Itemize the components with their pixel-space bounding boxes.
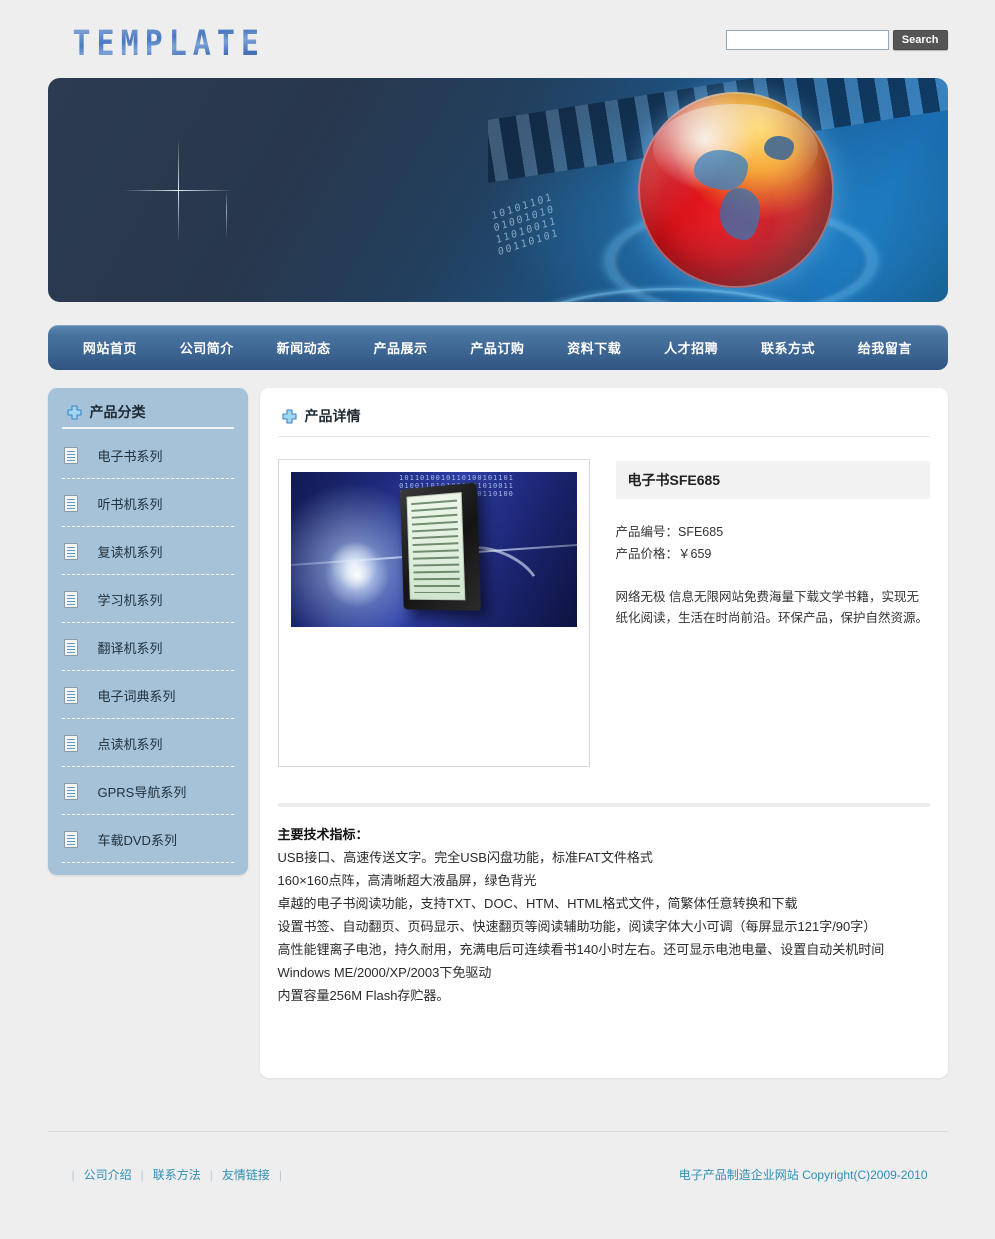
spec-line-2: 卓越的电子书阅读功能，支持TXT、DOC、HTM、HTML格式文件，简繁体任意转…	[277, 896, 798, 911]
spec-line-4: 高性能锂离子电池，持久耐用，充满电后可连续看书140小时左右。还可显示电池电量、…	[277, 942, 885, 957]
search-input[interactable]	[725, 30, 889, 50]
product-meta: 产品编号：SFE685 产品价格：￥659	[616, 521, 930, 565]
sidebar-item-2[interactable]: 复读机系列	[48, 527, 248, 575]
sidebar-item-label: 复读机系列	[97, 544, 163, 560]
nav-item-4[interactable]: 产品订购	[464, 334, 530, 361]
sidebar-item-label: 学习机系列	[97, 592, 163, 608]
plus-icon	[66, 404, 82, 420]
spec-line-6: 内置容量256M Flash存贮器。	[277, 988, 450, 1003]
product-specifications: 主要技术指标： USB接口、高速传送文字。完全USB闪盘功能，标准FAT文件格式…	[278, 823, 930, 1007]
search-box: Search	[725, 30, 948, 50]
sidebar-item-label: 电子书系列	[97, 448, 163, 464]
panel-header: 产品详情	[277, 402, 930, 437]
sidebar-item-label: 点读机系列	[97, 736, 163, 752]
main-content-panel: 产品详情 1011010010110100101101 010011010100…	[259, 388, 948, 1078]
product-info: 电子书SFE685 产品编号：SFE685 产品价格：￥659 网络无极 信息无…	[615, 459, 930, 767]
document-icon	[63, 638, 78, 656]
sidebar-item-4[interactable]: 翻译机系列	[48, 623, 248, 671]
product-summary: 1011010010110100101101 01001101010011010…	[277, 459, 930, 767]
content-columns: 产品分类 电子书系列听书机系列复读机系列学习机系列翻译机系列电子词典系列 点读机系…	[47, 388, 948, 1078]
document-icon	[63, 494, 78, 512]
spec-line-1: 160×160点阵，高清晰超大液晶屏，绿色背光	[277, 873, 537, 888]
spec-line-0: USB接口、高速传送文字。完全USB闪盘功能，标准FAT文件格式	[277, 850, 653, 865]
ereader-device-icon	[400, 482, 482, 611]
nav-item-0[interactable]: 网站首页	[77, 334, 143, 361]
page-root: TEMPLATE Search 10101101 01001010 110100…	[0, 0, 995, 1239]
light-glow-decoration	[324, 543, 389, 608]
nav-item-2[interactable]: 新闻动态	[271, 334, 337, 361]
main-navigation: 网站首页 公司简介 新闻动态 产品展示 产品订购 资料下载 人才招聘 联系方式 给我留言	[47, 325, 948, 370]
nav-item-3[interactable]: 产品展示	[368, 334, 434, 361]
document-icon	[63, 542, 78, 560]
nav-item-5[interactable]: 资料下载	[561, 334, 627, 361]
document-icon	[63, 446, 78, 464]
product-code: 产品编号：SFE685	[615, 525, 724, 539]
product-name: 电子书SFE685	[615, 461, 930, 499]
footer-link-0[interactable]: 公司介绍	[75, 1166, 141, 1183]
sidebar-item-6[interactable]: 点读机系列	[48, 719, 248, 767]
document-icon	[63, 734, 78, 752]
ereader-text-lines	[411, 499, 461, 594]
copyright-text: 电子产品制造企业网站 Copyright(C)2009-2010	[678, 1168, 928, 1182]
sidebar-item-label: 电子词典系列	[97, 688, 176, 704]
sidebar-item-0[interactable]: 电子书系列	[48, 431, 248, 479]
search-button[interactable]: Search	[892, 30, 948, 50]
sidebar-item-label: 听书机系列	[97, 496, 163, 512]
product-image[interactable]: 1011010010110100101101 01001101010011010…	[290, 472, 577, 627]
nav-item-1[interactable]: 公司简介	[174, 334, 240, 361]
footer-link-2[interactable]: 友情链接	[213, 1166, 279, 1183]
document-icon	[63, 590, 78, 608]
document-icon	[63, 830, 78, 848]
document-icon	[63, 782, 78, 800]
banner-globe-scene: 10101101 01001010 11010011 00110101	[487, 78, 948, 302]
sidebar-title: 产品分类	[89, 404, 146, 420]
footer-inner: | 公司介绍 | 联系方法 | 友情链接 | 电子产品制造企业网站 Copyright(C)…	[47, 1131, 948, 1239]
footer-separator: |	[278, 1167, 283, 1182]
section-divider	[277, 803, 930, 807]
site-header: TEMPLATE Search	[48, 0, 948, 78]
sidebar-item-8[interactable]: 车载DVD系列	[48, 815, 248, 863]
sidebar-product-categories: 产品分类 电子书系列听书机系列复读机系列学习机系列翻译机系列电子词典系列 点读机系…	[47, 388, 248, 875]
product-price: 产品价格：￥659	[615, 547, 712, 561]
document-icon	[63, 686, 78, 704]
sidebar-header: 产品分类	[48, 398, 248, 431]
globe-glass-overlay	[637, 92, 834, 288]
spec-title: 主要技术指标：	[277, 827, 369, 842]
sidebar-item-5[interactable]: 电子词典系列	[48, 671, 248, 719]
site-footer: | 公司介绍 | 联系方法 | 友情链接 | 电子产品制造企业网站 Copyright(C)…	[0, 1131, 995, 1239]
nav-item-8[interactable]: 给我留言	[852, 334, 918, 361]
ereader-screen	[406, 492, 466, 601]
plus-icon	[281, 408, 297, 424]
nav-item-6[interactable]: 人才招聘	[658, 334, 724, 361]
sidebar-item-label: 翻译机系列	[97, 640, 163, 656]
product-image-frame: 1011010010110100101101 01001101010011010…	[277, 459, 590, 767]
site-logo[interactable]: TEMPLATE	[73, 24, 266, 64]
sparkle-secondary-icon	[225, 190, 227, 238]
sidebar-item-label: GPRS导航系列	[97, 784, 187, 800]
spec-line-5: Windows ME/2000/XP/2003下免驱动	[277, 965, 492, 980]
sidebar-item-3[interactable]: 学习机系列	[48, 575, 248, 623]
sidebar-item-7[interactable]: GPRS导航系列	[48, 767, 248, 815]
spec-line-3: 设置书签、自动翻页、页码显示、快速翻页等阅读辅助功能，阅读字体大小可调（每屏显示…	[277, 919, 877, 934]
product-description: 网络无极 信息无限网站免费海量下载文学书籍，实现无纸化阅读，生活在时尚前沿。环保…	[615, 590, 929, 625]
sidebar-item-label: 车载DVD系列	[97, 832, 177, 848]
page-title: 产品详情	[304, 408, 361, 424]
sparkle-icon	[122, 138, 233, 242]
hero-banner: 10101101 01001010 11010011 00110101	[47, 78, 948, 302]
footer-link-1[interactable]: 联系方法	[144, 1166, 210, 1183]
nav-item-7[interactable]: 联系方式	[755, 334, 821, 361]
sidebar-item-1[interactable]: 听书机系列	[48, 479, 248, 527]
footer-links: | 公司介绍 | 联系方法 | 友情链接 |	[48, 1166, 283, 1183]
